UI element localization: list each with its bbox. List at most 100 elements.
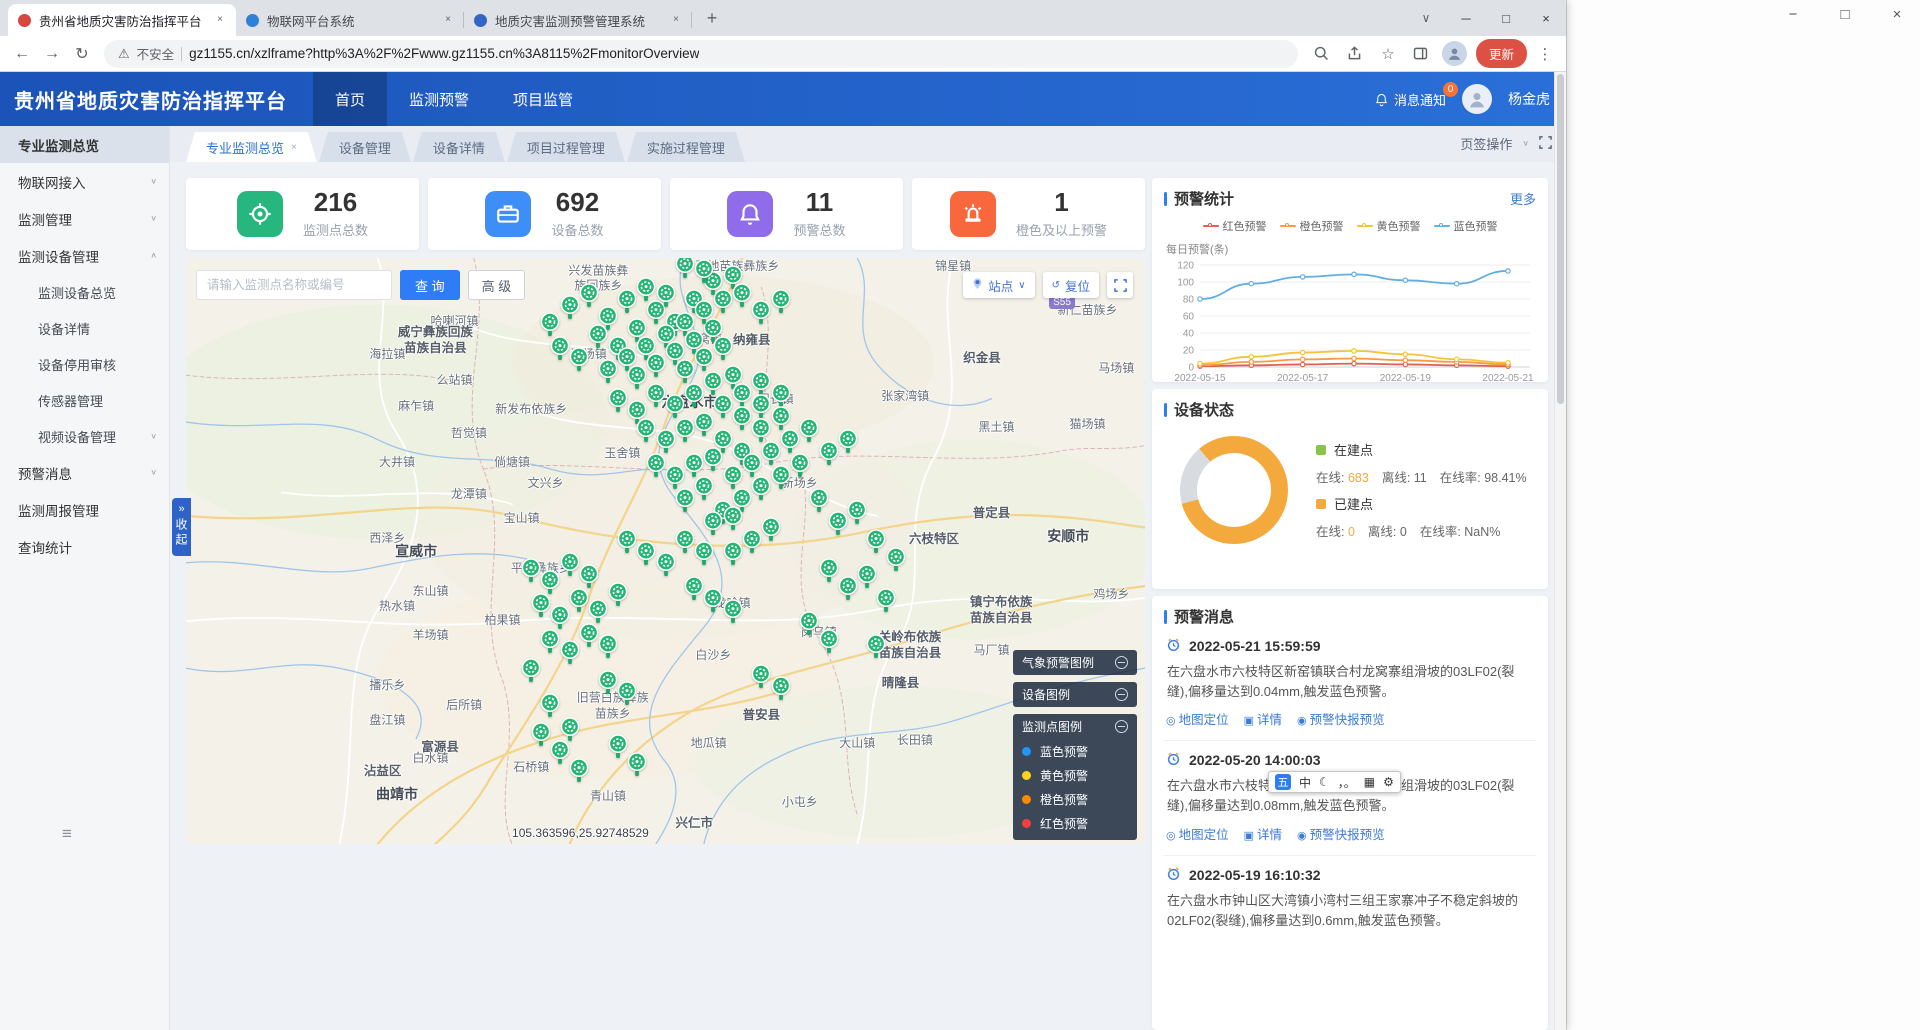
browser-tab[interactable]: 贵州省地质灾害防治指挥平台× [8,4,236,36]
tab-search-icon[interactable]: ∨ [1406,0,1446,36]
monitor-point-marker[interactable] [703,447,724,472]
monitor-point-marker[interactable] [693,476,714,501]
monitor-point-marker[interactable] [818,558,839,583]
monitor-point-marker[interactable] [751,418,772,443]
monitor-point-marker[interactable] [521,658,542,683]
monitor-point-marker[interactable] [626,752,647,777]
monitor-point-marker[interactable] [885,547,906,572]
message-link[interactable]: ▣详情 [1244,709,1282,728]
map-fullscreen-button[interactable] [1107,272,1133,298]
nav-item[interactable]: 项目监管 [491,72,595,126]
monitor-point-marker[interactable] [684,576,705,601]
sidebar-subitem[interactable]: 设备详情 [0,310,169,346]
message-link[interactable]: ◎地图定位 [1166,824,1229,843]
page-scrollbar[interactable] [1554,72,1566,1030]
user-avatar[interactable] [1462,84,1492,114]
station-dropdown[interactable]: 站点 ∨ [963,272,1034,298]
address-bar[interactable]: ⚠ 不安全 gz1155.cn/xzlframe?http%3A%2F%2Fww… [104,40,1298,68]
monitor-point-marker[interactable] [674,488,695,513]
monitor-point-marker[interactable] [665,394,686,419]
background-window-control[interactable]: × [1886,6,1908,23]
sidebar-collapse-icon[interactable]: ≡ [62,824,72,844]
monitor-point-marker[interactable] [856,564,877,589]
maximize-button[interactable]: □ [1486,0,1526,36]
monitor-point-marker[interactable] [693,300,714,325]
close-button[interactable]: × [1526,0,1566,36]
monitor-point-marker[interactable] [876,588,897,613]
message-link[interactable]: ◉预警快报预览 [1297,824,1385,843]
map[interactable]: 兴发苗族彝族回族乡董地苗族彝族乡锦星镇新仁苗族乡纳雍县哈喇河镇威宁彝族回族苗族自… [186,258,1145,844]
monitor-point-marker[interactable] [559,640,580,665]
sidebar-item[interactable]: 查询统计 [0,528,169,565]
sidebar-subitem[interactable]: 设备停用审核 [0,346,169,382]
monitor-point-marker[interactable] [847,500,868,525]
monitor-point-marker[interactable] [569,347,590,372]
monitor-point-marker[interactable] [693,412,714,437]
message-link[interactable]: ◉预警快报预览 [1297,709,1385,728]
browser-menu-icon[interactable]: ⋮ [1536,45,1554,63]
legend-item[interactable]: 蓝色预警 [1434,218,1498,234]
background-window-control[interactable]: □ [1834,6,1856,23]
reset-button[interactable]: ↺ 复位 [1043,272,1099,298]
query-button[interactable]: 查 询 [400,270,460,300]
monitor-point-marker[interactable] [751,476,772,501]
monitor-point-marker[interactable] [607,388,628,413]
monitor-point-marker[interactable] [550,336,571,361]
sidebar-subitem[interactable]: 视频设备管理∨ [0,418,169,454]
monitor-point-marker[interactable] [655,429,676,454]
monitor-point-marker[interactable] [732,406,753,431]
monitor-point-marker[interactable] [722,541,743,566]
page-tab[interactable]: 设备管理 [319,132,411,162]
monitor-point-marker[interactable] [760,441,781,466]
monitor-point-marker[interactable] [617,529,638,554]
bookmark-star-icon[interactable]: ☆ [1376,42,1400,66]
legend-item[interactable]: 黄色预警 [1357,218,1421,234]
monitor-point-marker[interactable] [866,634,887,659]
monitor-point-marker[interactable] [597,670,618,695]
browser-tab[interactable]: 物联网平台系统× [236,4,464,36]
tab-actions-label[interactable]: 页签操作 [1460,134,1512,153]
scrollbar-thumb[interactable] [1557,74,1564,404]
browser-tab[interactable]: 地质灾害监测预警管理系统× [464,4,692,36]
device-legend-toggle[interactable]: 设备图例 [1013,682,1137,707]
monitor-point-marker[interactable] [818,629,839,654]
monitor-point-marker[interactable] [713,394,734,419]
monitor-point-marker[interactable] [530,593,551,618]
monitor-point-marker[interactable] [559,552,580,577]
monitor-point-marker[interactable] [751,371,772,396]
legend-item[interactable]: 红色预警 [1203,218,1267,234]
message-link[interactable]: ◎地图定位 [1166,709,1229,728]
sidebar-subitem[interactable]: 监测设备总览 [0,274,169,310]
nav-item[interactable]: 监测预警 [387,72,491,126]
tab-close-icon[interactable]: × [291,142,297,153]
monitor-point-marker[interactable] [760,517,781,542]
monitor-point-marker[interactable] [799,611,820,636]
monitor-point-marker[interactable] [732,383,753,408]
monitor-point-marker[interactable] [540,629,561,654]
ime-button[interactable]: ▦ [1364,775,1375,789]
monitor-point-marker[interactable] [674,418,695,443]
monitor-point-marker[interactable] [770,406,791,431]
monitor-point-search-input[interactable] [196,270,392,300]
monitor-point-marker[interactable] [559,295,580,320]
monitor-point-marker[interactable] [693,259,714,284]
monitor-point-marker[interactable] [607,734,628,759]
monitor-point-marker[interactable] [703,371,724,396]
monitor-point-marker[interactable] [703,588,724,613]
monitor-point-marker[interactable] [693,347,714,372]
monitor-point-marker[interactable] [818,441,839,466]
monitor-point-marker[interactable] [732,283,753,308]
update-button[interactable]: 更新 [1476,39,1527,68]
monitor-point-marker[interactable] [607,582,628,607]
reload-button[interactable]: ↻ [68,40,96,68]
ime-button[interactable]: ⚙ [1383,775,1394,789]
monitor-point-marker[interactable] [665,465,686,490]
monitor-point-marker[interactable] [550,605,571,630]
monitor-point-marker[interactable] [636,418,657,443]
monitor-point-marker[interactable] [645,453,666,478]
fullscreen-icon[interactable] [1539,136,1552,152]
sidebar-item[interactable]: 监测设备管理∧ [0,237,169,274]
monitor-point-marker[interactable] [722,506,743,531]
monitor-point-marker[interactable] [751,394,772,419]
monitor-point-marker[interactable] [655,552,676,577]
